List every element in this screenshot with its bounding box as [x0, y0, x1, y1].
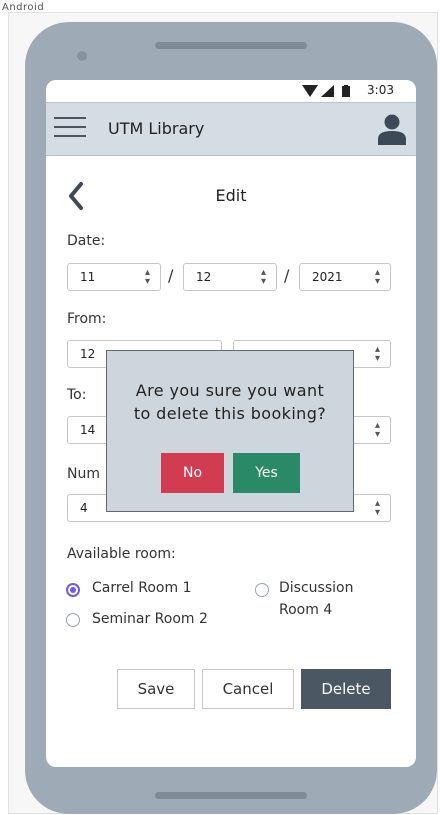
room-label-seminar: Seminar Room 2	[92, 611, 208, 627]
up-down-arrows-icon: ▴ ▾	[260, 267, 266, 287]
date-day-select[interactable]: 11 ▴ ▾	[67, 263, 161, 291]
date-month-value: 12	[196, 270, 212, 284]
from-label: From:	[67, 311, 107, 327]
radio-discussion-room-4[interactable]	[255, 583, 269, 597]
number-label: Num	[67, 466, 100, 482]
user-icon[interactable]	[376, 113, 408, 145]
delete-button[interactable]: Delete	[301, 669, 391, 709]
available-room-label: Available room:	[67, 546, 176, 562]
date-year-select[interactable]: 2021 ▴ ▾	[299, 263, 391, 291]
room-label-discussion-line1: Discussion	[279, 580, 354, 596]
dialog-message-line2: to delete this booking?	[133, 404, 327, 423]
app-bar: UTM Library	[46, 102, 416, 156]
up-down-arrows-icon: ▴ ▾	[374, 420, 380, 440]
camera	[77, 51, 87, 61]
date-separator: /	[168, 266, 174, 285]
signal-icon	[321, 85, 334, 97]
confirm-delete-dialog: Are you sure you want to delete this boo…	[106, 350, 354, 512]
screen: 3:03 UTM Library Edit Date: 11 ▴ ▾ / 12 ▴…	[46, 80, 416, 767]
hamburger-icon[interactable]	[54, 117, 86, 139]
up-down-arrows-icon: ▴ ▾	[374, 498, 380, 518]
speaker	[155, 42, 307, 49]
room-label-carrel: Carrel Room 1	[92, 580, 192, 596]
cancel-button[interactable]: Cancel	[202, 669, 294, 709]
room-label-discussion-line2: Room 4	[279, 602, 333, 618]
home-bar[interactable]	[155, 792, 307, 799]
to-hour-value: 14	[80, 423, 96, 437]
battery-icon	[342, 85, 350, 97]
to-label: To:	[67, 387, 87, 403]
dialog-no-button[interactable]: No	[161, 453, 224, 493]
dialog-message: Are you sure you want to delete this boo…	[107, 379, 353, 425]
date-year-value: 2021	[312, 270, 343, 284]
page-title: Edit	[215, 186, 247, 205]
date-label: Date:	[67, 233, 106, 249]
wifi-icon	[302, 85, 318, 97]
from-hour-value: 12	[80, 347, 96, 361]
dialog-message-line1: Are you sure you want	[135, 381, 325, 400]
status-time: 3:03	[367, 83, 394, 97]
radio-seminar-room-2[interactable]	[66, 613, 80, 627]
up-down-arrows-icon: ▴ ▾	[374, 344, 380, 364]
date-month-select[interactable]: 12 ▴ ▾	[183, 263, 277, 291]
number-value: 4	[80, 501, 88, 515]
up-down-arrows-icon: ▴ ▾	[374, 267, 380, 287]
app-title: UTM Library	[108, 119, 205, 138]
date-day-value: 11	[80, 270, 96, 284]
up-down-arrows-icon: ▴ ▾	[144, 267, 150, 287]
date-separator: /	[284, 266, 290, 285]
status-bar: 3:03	[46, 80, 416, 102]
save-button[interactable]: Save	[117, 669, 195, 709]
radio-carrel-room-1[interactable]	[66, 583, 80, 597]
dialog-yes-button[interactable]: Yes	[233, 453, 300, 493]
